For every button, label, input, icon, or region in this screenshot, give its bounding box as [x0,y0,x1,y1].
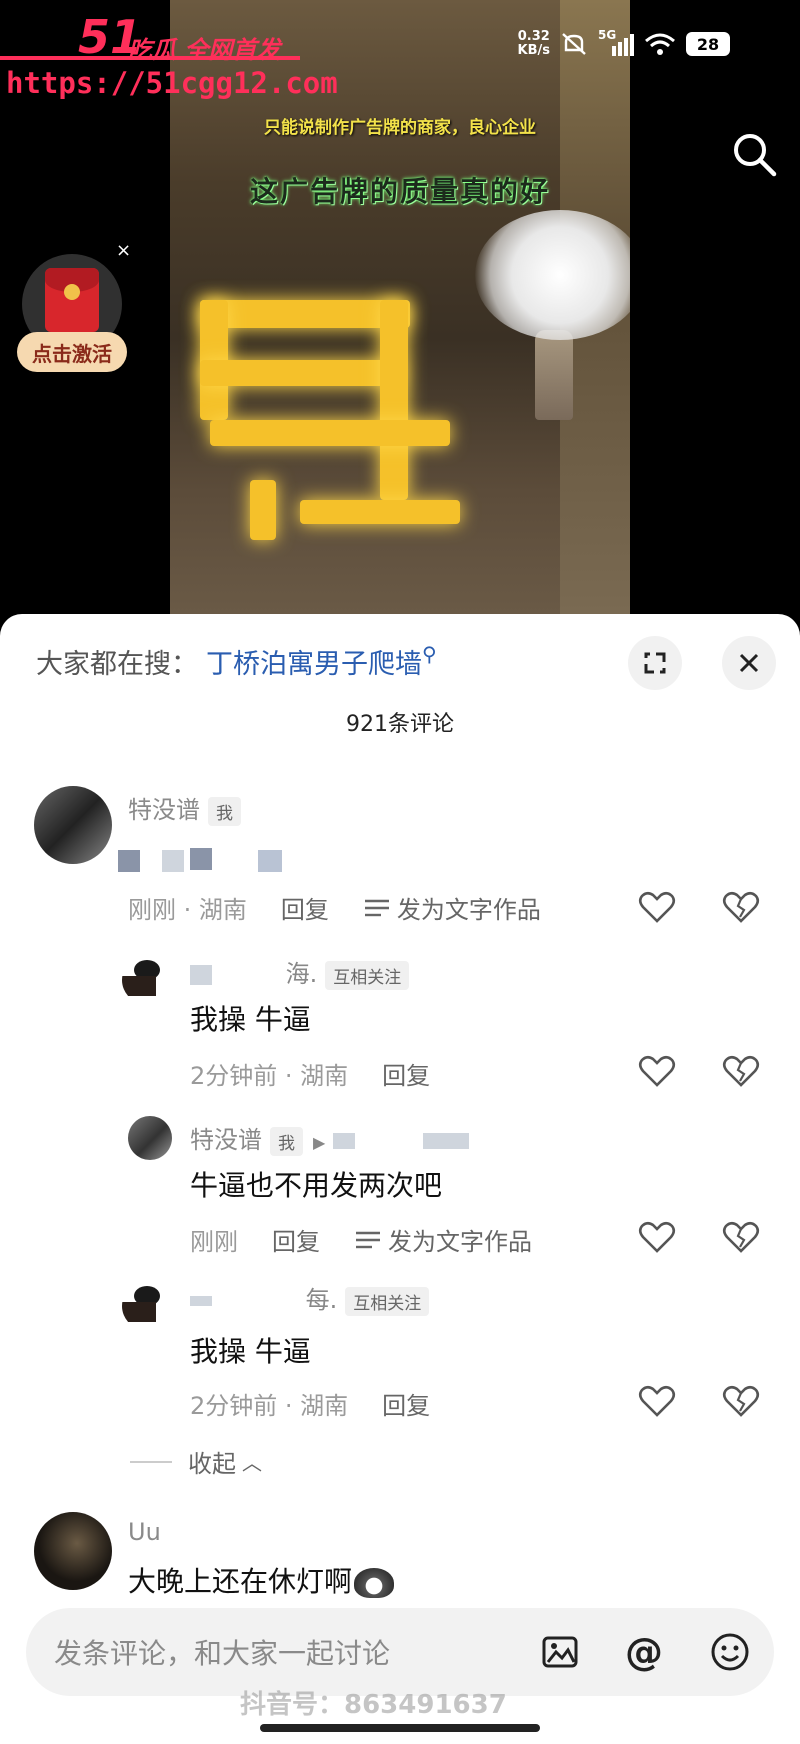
person-figure [535,330,573,420]
comment-meta: 刚刚 回复 发为文字作品 [190,1222,532,1257]
red-packet-activate-button[interactable]: 点击激活 [17,332,127,372]
like-heart-icon[interactable] [638,890,676,924]
dislike-broken-heart-icon[interactable] [722,1384,760,1418]
douyin-watermark: 抖音号：863491637 [240,1690,507,1720]
collapse-replies-button[interactable]: 收起 ︿ [130,1444,262,1479]
comment-count: 921条评论 [346,712,454,737]
comment-username[interactable]: 特没谱我 ▶ [190,1120,469,1156]
mutual-follow-tag: 互相关注 [325,960,410,990]
avatar[interactable] [122,1282,170,1330]
post-as-text-button[interactable]: 发为文字作品 [364,890,541,925]
comment-username[interactable]: 特没谱我 [128,790,241,826]
redacted-text [332,1133,355,1149]
network-speed: 0.32 KB/s [517,29,550,58]
like-heart-icon[interactable] [638,1220,676,1254]
comment-username[interactable]: 海. 互相关注 [190,954,410,990]
redacted-text [190,848,212,870]
image-icon[interactable] [538,1630,582,1674]
menu-lines-icon [364,899,389,916]
dislike-broken-heart-icon[interactable] [722,1054,760,1088]
close-button[interactable] [722,636,776,690]
redacted-text [190,965,212,985]
expand-button[interactable] [628,636,682,690]
search-small-icon: ⚲ [422,642,437,666]
avatar[interactable] [34,786,112,864]
mute-icon [562,33,586,55]
comment-sheet: 大家都在搜： 丁桥泊寓男子爬墙⚲ 921条评论 特没谱我 刚刚 · 湖南 回复 发… [0,614,800,1744]
close-icon [739,653,759,673]
reply-button[interactable]: 回复 [272,1222,320,1257]
menu-lines-icon [356,1231,380,1248]
comment-username[interactable]: 每. 互相关注 [190,1280,430,1316]
self-tag: 我 [208,796,241,826]
expand-icon [644,652,666,674]
redacted-text [190,1296,212,1306]
comment-input-bar[interactable]: 发条评论，和大家一起讨论 @ [26,1608,774,1696]
comment-text: 大晚上还在休灯啊 [128,1560,395,1600]
post-as-text-button[interactable]: 发为文字作品 [356,1222,532,1257]
husky-emoji-icon [354,1568,395,1598]
red-packet-close-button[interactable]: × [116,240,131,261]
signal-icon: 5G [598,28,634,56]
reply-button[interactable]: 回复 [382,1386,430,1421]
avatar[interactable] [122,956,170,1004]
video-caption-big: 这广告牌的质量真的好 [249,175,550,208]
avatar[interactable] [128,1116,172,1160]
video-caption-small: 只能说制作广告牌的商家，良心企业 [264,118,536,138]
emoji-icon[interactable] [708,1630,752,1674]
comment-meta: 2分钟前 · 湖南 回复 [190,1056,430,1091]
comment-meta: 2分钟前 · 湖南 回复 [190,1386,430,1421]
battery-indicator: 28 [686,32,730,56]
redacted-text [422,1133,469,1149]
comment-meta: 刚刚 · 湖南 回复 发为文字作品 [128,890,541,925]
reply-button[interactable]: 回复 [382,1056,430,1091]
watermark-underline [0,56,300,60]
watermark-url: https://51cgg12.com [6,66,338,100]
comment-input-placeholder[interactable]: 发条评论，和大家一起讨论 [54,1632,390,1672]
dislike-broken-heart-icon[interactable] [722,1220,760,1254]
avatar[interactable] [34,1512,112,1590]
divider [130,1460,172,1463]
search-icon[interactable] [728,128,780,180]
red-envelope-icon [45,268,99,332]
comment-username[interactable]: Uu [128,1518,161,1546]
comment-text: 我操 牛逼 [190,1335,311,1368]
redacted-text [118,850,140,872]
home-indicator[interactable] [260,1724,540,1732]
reply-button[interactable]: 回复 [281,890,329,925]
trending-search-link[interactable]: 丁桥泊寓男子爬墙⚲ [206,642,437,680]
dislike-broken-heart-icon[interactable] [722,890,760,924]
wifi-icon [645,33,675,55]
self-tag: 我 [270,1126,303,1156]
comment-text: 我操 牛逼 [190,1003,311,1036]
comment-text: 牛逼也不用发两次吧 [190,1169,443,1202]
redacted-text [258,850,282,872]
illuminated-sign [190,300,520,540]
redacted-text [162,850,184,872]
status-bar: 0.32 KB/s 5G 28 [517,28,730,58]
mention-icon[interactable]: @ [622,1630,666,1674]
reply-arrow-icon: ▶ [313,1133,326,1152]
mutual-follow-tag: 互相关注 [345,1286,430,1316]
like-heart-icon[interactable] [638,1054,676,1088]
chevron-up-icon: ︿ [242,1451,262,1475]
trending-search-row: 大家都在搜： 丁桥泊寓男子爬墙⚲ [36,642,437,680]
like-heart-icon[interactable] [638,1384,676,1418]
